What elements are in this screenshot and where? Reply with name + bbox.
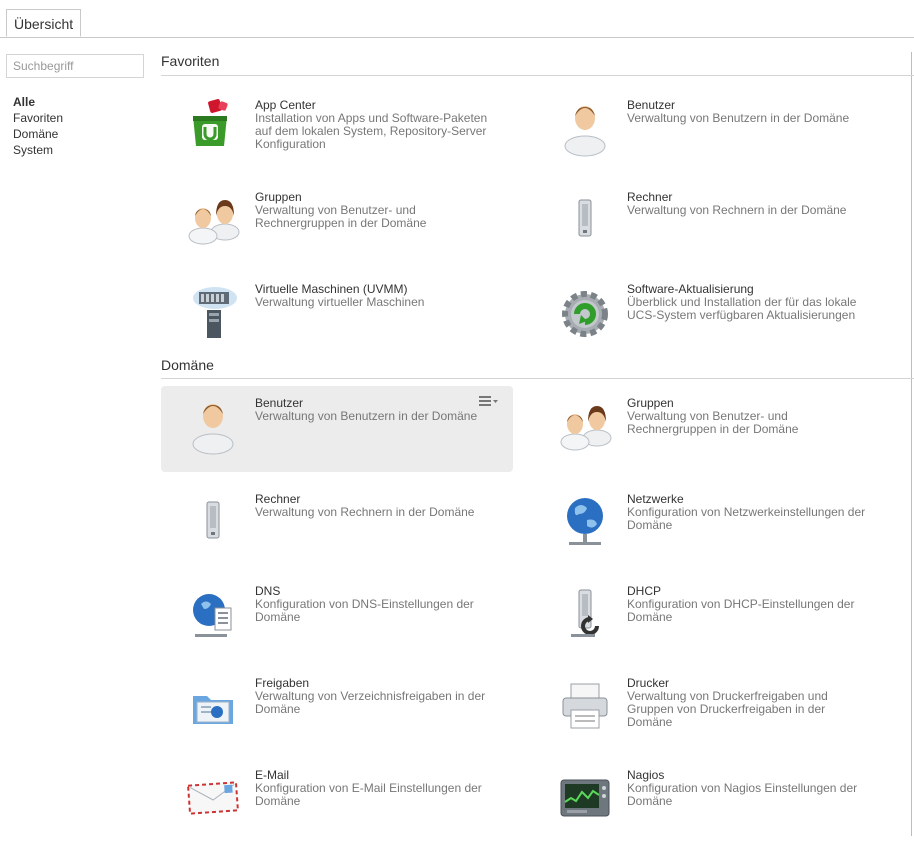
app-center-icon	[181, 96, 245, 160]
category-list: Alle Favoriten Domäne System	[13, 94, 63, 158]
tile-title: Gruppen	[627, 396, 674, 410]
tile-title: Nagios	[627, 768, 665, 782]
dns-icon	[181, 582, 245, 646]
section-divider	[161, 378, 914, 379]
tile-title: Benutzer	[627, 98, 676, 112]
menu-icon	[479, 396, 498, 406]
tile-description: Verwaltung von Rechnern in der Domäne	[627, 203, 847, 217]
category-favorites[interactable]: Favoriten	[13, 110, 63, 126]
computer-icon	[553, 188, 617, 252]
uvmm-icon	[181, 280, 245, 344]
category-all[interactable]: Alle	[13, 94, 63, 110]
tile-description: Verwaltung von Rechnern in der Domäne	[255, 505, 475, 519]
tile-dns[interactable]: DNS Konfiguration von DNS-Einstellungen …	[161, 574, 513, 660]
tile-computers[interactable]: Rechner Verwaltung von Rechnern in der D…	[161, 482, 513, 568]
tile-networks[interactable]: Netzwerke Konfiguration von Netzwerkeins…	[533, 482, 885, 568]
tile-title: Drucker	[627, 676, 670, 690]
tile-users[interactable]: Benutzer Verwaltung von Benutzern in der…	[533, 88, 885, 174]
user-icon	[181, 394, 245, 458]
tile-shares[interactable]: Freigaben Verwaltung von Verzeichnisfrei…	[161, 666, 513, 752]
software-update-icon	[553, 280, 617, 344]
tile-uvmm[interactable]: Virtuelle Maschinen (UVMM) Verwaltung vi…	[161, 272, 513, 358]
section-title-favorites: Favoriten	[161, 53, 220, 69]
user-icon	[553, 96, 617, 160]
tile-description: Verwaltung von Benutzern in der Domäne	[255, 409, 478, 423]
mail-icon	[181, 766, 245, 830]
tile-users[interactable]: Benutzer Verwaltung von Benutzern in der…	[161, 386, 513, 472]
tab-overview[interactable]: Übersicht	[6, 9, 82, 37]
category-system[interactable]: System	[13, 142, 63, 158]
tile-description: Verwaltung virtueller Maschinen	[255, 295, 425, 309]
tile-groups[interactable]: Gruppen Verwaltung von Benutzer- und Rec…	[533, 386, 885, 472]
tab-bar-divider	[0, 37, 914, 38]
tile-description: Konfiguration von DHCP-Einstellungen der…	[627, 597, 855, 624]
tile-title: E-Mail	[255, 768, 290, 782]
tile-nagios[interactable]: Nagios Konfiguration von Nagios Einstell…	[533, 758, 885, 844]
tile-title: Netzwerke	[627, 492, 684, 506]
tab-bar: Übersicht	[0, 0, 914, 38]
tile-printers[interactable]: Drucker Verwaltung von Druckerfreigaben …	[533, 666, 885, 752]
tile-groups[interactable]: Gruppen Verwaltung von Benutzer- und Rec…	[161, 180, 513, 266]
tile-description: Konfiguration von Netzwerkeinstellungen …	[627, 505, 866, 532]
tile-description: Verwaltung von Verzeichnisfreigaben in d…	[255, 689, 486, 716]
tile-description: Konfiguration von Nagios Einstellungen d…	[627, 781, 858, 808]
tile-description: Konfiguration von E-Mail Einstellungen d…	[255, 781, 482, 808]
network-icon	[553, 490, 617, 554]
groups-icon	[553, 394, 617, 458]
tile-title: Software-Aktualisierung	[627, 282, 754, 296]
dhcp-icon	[553, 582, 617, 646]
tile-title: DHCP	[627, 584, 662, 598]
tile-title: Gruppen	[255, 190, 302, 204]
tile-description: Verwaltung von Druckerfreigaben und Grup…	[627, 689, 828, 729]
section-divider	[161, 75, 914, 76]
tile-description: Konfiguration von DNS-Einstellungen der …	[255, 597, 474, 624]
tile-description: Verwaltung von Benutzer- und Rechnergrup…	[255, 203, 427, 230]
tile-app-center[interactable]: App Center Installation von Apps und Sof…	[161, 88, 513, 174]
tile-description: Verwaltung von Benutzer- und Rechnergrup…	[627, 409, 799, 436]
tile-title: Virtuelle Maschinen (UVMM)	[255, 282, 408, 296]
tile-description: Überblick und Installation der für das l…	[627, 295, 857, 322]
tile-mail[interactable]: E-Mail Konfiguration von E-Mail Einstell…	[161, 758, 513, 844]
tile-title: DNS	[255, 584, 281, 598]
printer-icon	[553, 674, 617, 738]
shares-icon	[181, 674, 245, 738]
tile-description: Verwaltung von Benutzern in der Domäne	[627, 111, 850, 125]
computer-icon	[181, 490, 245, 554]
tile-description: Installation von Apps und Software-Paket…	[255, 111, 488, 151]
tile-title: Rechner	[255, 492, 301, 506]
search-input[interactable]	[6, 54, 144, 78]
section-title-domain: Domäne	[161, 357, 214, 373]
scrollbar[interactable]	[911, 52, 912, 836]
tile-title: Benutzer	[255, 396, 304, 410]
tile-menu-button[interactable]	[479, 394, 499, 408]
groups-icon	[181, 188, 245, 252]
tile-software-update[interactable]: Software-Aktualisierung Überblick und In…	[533, 272, 885, 358]
category-domain[interactable]: Domäne	[13, 126, 63, 142]
nagios-icon	[553, 766, 617, 830]
tile-dhcp[interactable]: DHCP Konfiguration von DHCP-Einstellunge…	[533, 574, 885, 660]
tile-title: Freigaben	[255, 676, 310, 690]
tile-title: App Center	[255, 98, 316, 112]
tile-computers[interactable]: Rechner Verwaltung von Rechnern in der D…	[533, 180, 885, 266]
tile-title: Rechner	[627, 190, 673, 204]
